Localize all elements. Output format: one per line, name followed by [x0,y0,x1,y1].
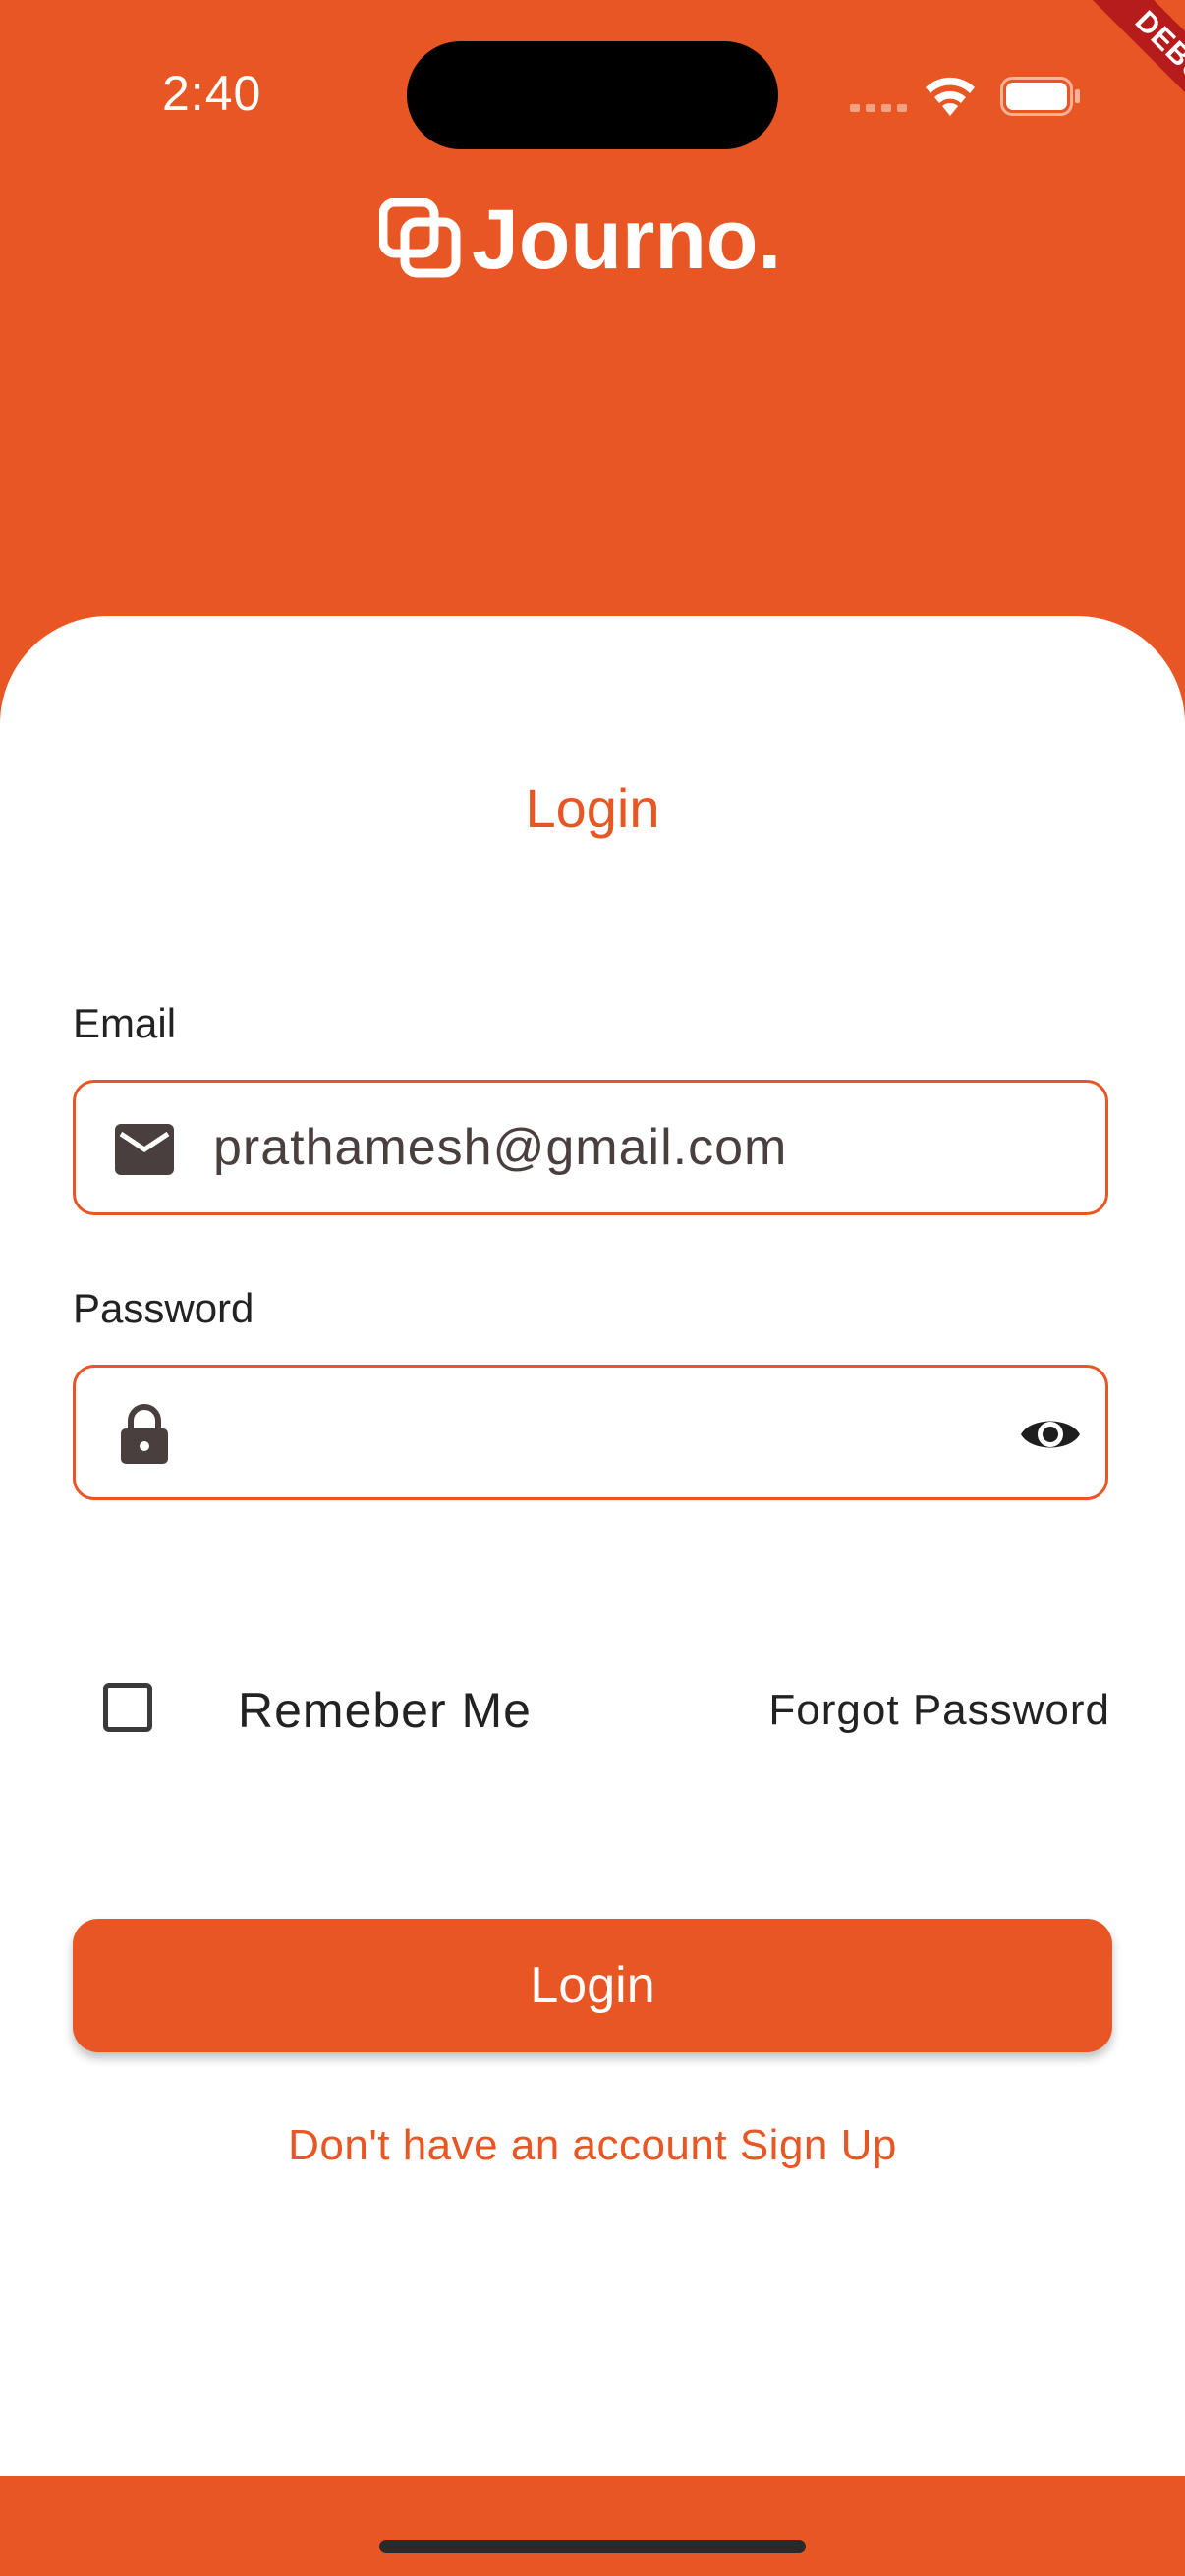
remember-me-checkbox[interactable] [103,1683,152,1732]
email-input[interactable] [213,1083,999,1212]
password-label: Password [73,1285,254,1331]
debug-banner: DEBUG [1022,0,1185,216]
wifi-icon [926,77,975,116]
dynamic-island [407,41,778,149]
signup-link[interactable]: Don't have an account Sign Up [0,2121,1185,2170]
mail-icon [115,1124,174,1175]
remember-me-label[interactable]: Remeber Me [238,1682,532,1739]
email-field[interactable] [73,1080,1108,1215]
eye-icon[interactable] [1019,1409,1082,1460]
forgot-password-link[interactable]: Forgot Password [768,1686,1110,1735]
status-time: 2:40 [162,66,262,121]
password-field[interactable] [73,1365,1108,1500]
email-label: Email [73,1000,177,1046]
cellular-signal-icon [850,104,907,112]
app-logo: Journo. [379,195,781,285]
logo-squares-icon [379,198,461,278]
login-card [0,616,1185,2476]
login-button[interactable]: Login [73,1919,1112,2052]
debug-banner-label: DEBUG [1059,0,1185,176]
home-indicator[interactable] [379,2540,806,2553]
page-title: Login [525,777,660,839]
lock-icon [121,1404,168,1464]
password-input[interactable] [213,1368,999,1497]
bottom-bar [0,2476,1185,2576]
app-name: Journo. [472,193,782,287]
